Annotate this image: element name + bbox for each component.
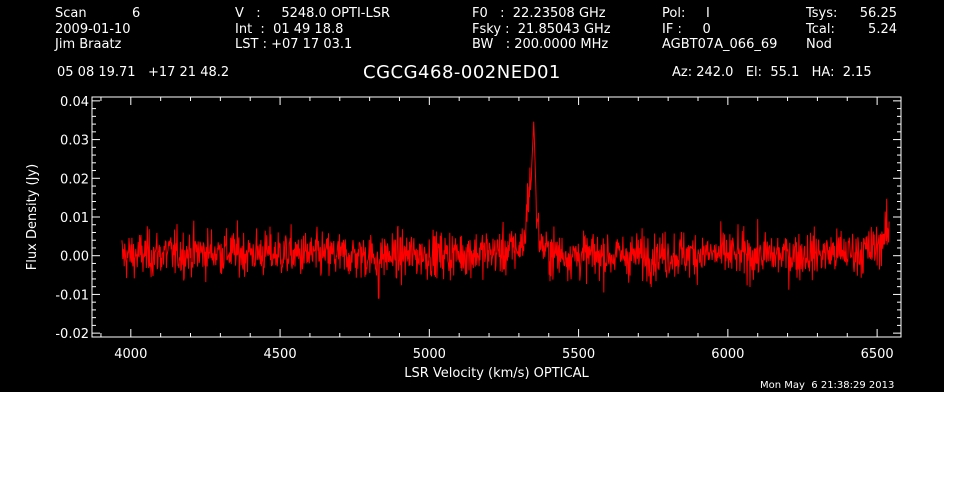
x-tick-label: 5500 [562, 347, 595, 362]
y-tick-label: 0.02 [60, 172, 89, 187]
y-tick-label: 0.04 [60, 95, 89, 110]
x-tick-label: 6000 [711, 347, 744, 362]
y-tick-label: 0.00 [60, 250, 89, 265]
plot-frame [91, 96, 902, 338]
y-axis-label: Flux Density (Jy) [25, 164, 40, 270]
x-tick-label: 5000 [413, 347, 446, 362]
x-axis-label: LSR Velocity (km/s) OPTICAL [404, 366, 589, 381]
timestamp-label: Mon May 6 21:38:29 2013 [760, 380, 895, 391]
x-tick-label: 6500 [861, 347, 894, 362]
tick-labels: 4000 4500 5000 5500 6000 6500 -0.02 -0.01 0.00 0.… [55, 95, 893, 362]
y-tick-label: -0.01 [55, 288, 89, 303]
y-tick-label: 0.03 [60, 134, 89, 149]
spectrum-trace [121, 121, 890, 299]
y-tick-label: 0.01 [60, 211, 89, 226]
axis-ticks [92, 97, 901, 337]
y-tick-label: -0.02 [55, 327, 89, 342]
spectrum-chart: 4000 4500 5000 5500 6000 6500 -0.02 -0.01 0.00 0.… [25, 95, 902, 381]
x-tick-label: 4500 [264, 347, 297, 362]
x-tick-label: 4000 [114, 347, 147, 362]
